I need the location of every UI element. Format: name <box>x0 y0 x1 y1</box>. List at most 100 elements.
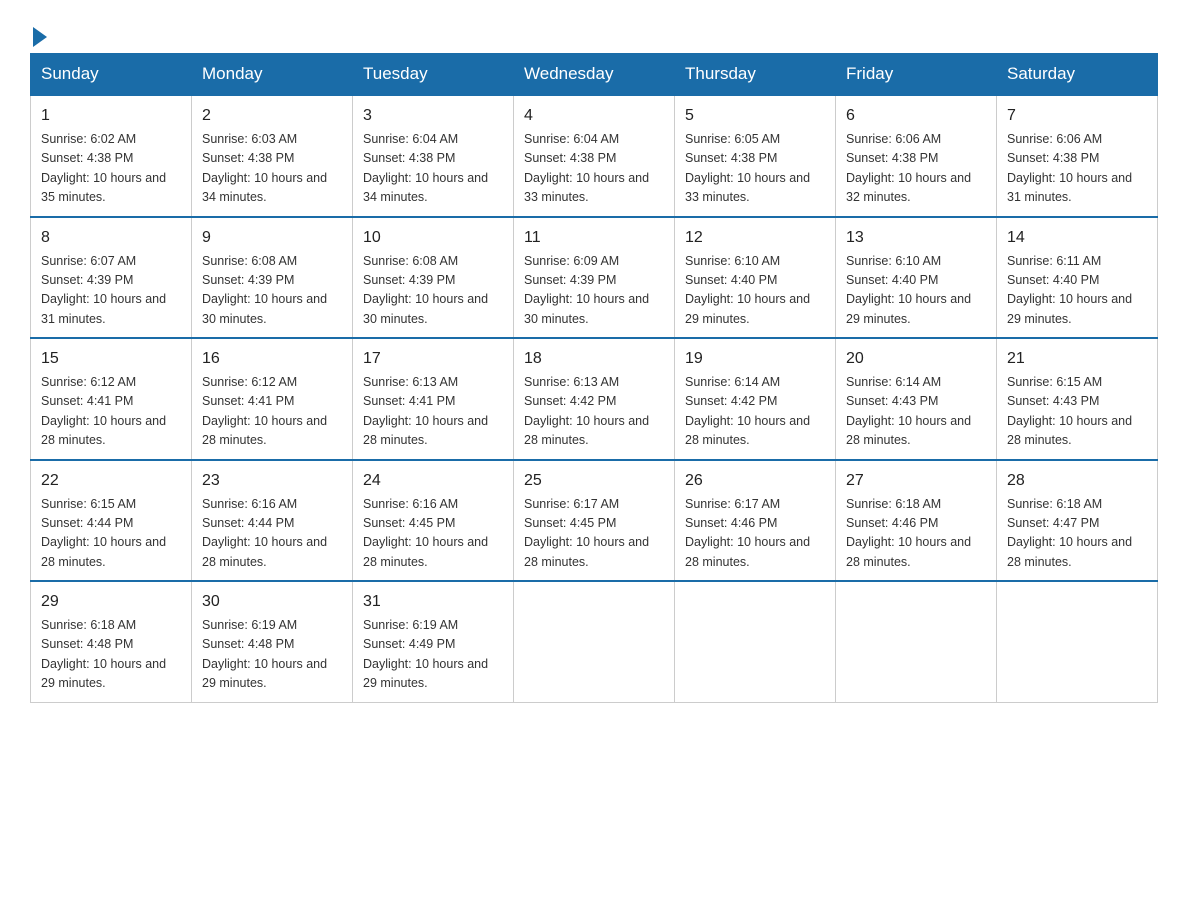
calendar-day-cell: 21Sunrise: 6:15 AMSunset: 4:43 PMDayligh… <box>997 338 1158 460</box>
calendar-day-cell: 6Sunrise: 6:06 AMSunset: 4:38 PMDaylight… <box>836 95 997 217</box>
day-number: 24 <box>363 469 503 493</box>
calendar-day-cell: 3Sunrise: 6:04 AMSunset: 4:38 PMDaylight… <box>353 95 514 217</box>
calendar-day-cell: 24Sunrise: 6:16 AMSunset: 4:45 PMDayligh… <box>353 460 514 582</box>
day-number: 12 <box>685 226 825 250</box>
day-number: 14 <box>1007 226 1147 250</box>
calendar-day-cell: 19Sunrise: 6:14 AMSunset: 4:42 PMDayligh… <box>675 338 836 460</box>
day-info: Sunrise: 6:14 AMSunset: 4:43 PMDaylight:… <box>846 373 986 451</box>
calendar-day-cell: 11Sunrise: 6:09 AMSunset: 4:39 PMDayligh… <box>514 217 675 339</box>
calendar-week-row: 1Sunrise: 6:02 AMSunset: 4:38 PMDaylight… <box>31 95 1158 217</box>
calendar-empty-cell <box>514 581 675 702</box>
day-info: Sunrise: 6:16 AMSunset: 4:44 PMDaylight:… <box>202 495 342 573</box>
header-sunday: Sunday <box>31 54 192 96</box>
calendar-day-cell: 8Sunrise: 6:07 AMSunset: 4:39 PMDaylight… <box>31 217 192 339</box>
calendar-day-cell: 22Sunrise: 6:15 AMSunset: 4:44 PMDayligh… <box>31 460 192 582</box>
day-info: Sunrise: 6:18 AMSunset: 4:46 PMDaylight:… <box>846 495 986 573</box>
day-number: 2 <box>202 104 342 128</box>
calendar-table: SundayMondayTuesdayWednesdayThursdayFrid… <box>30 53 1158 703</box>
day-number: 23 <box>202 469 342 493</box>
day-number: 19 <box>685 347 825 371</box>
day-info: Sunrise: 6:11 AMSunset: 4:40 PMDaylight:… <box>1007 252 1147 330</box>
calendar-day-cell: 16Sunrise: 6:12 AMSunset: 4:41 PMDayligh… <box>192 338 353 460</box>
calendar-day-cell: 4Sunrise: 6:04 AMSunset: 4:38 PMDaylight… <box>514 95 675 217</box>
day-number: 10 <box>363 226 503 250</box>
day-number: 6 <box>846 104 986 128</box>
day-info: Sunrise: 6:17 AMSunset: 4:45 PMDaylight:… <box>524 495 664 573</box>
calendar-header-row: SundayMondayTuesdayWednesdayThursdayFrid… <box>31 54 1158 96</box>
day-info: Sunrise: 6:18 AMSunset: 4:47 PMDaylight:… <box>1007 495 1147 573</box>
day-info: Sunrise: 6:15 AMSunset: 4:44 PMDaylight:… <box>41 495 181 573</box>
day-info: Sunrise: 6:12 AMSunset: 4:41 PMDaylight:… <box>41 373 181 451</box>
header-wednesday: Wednesday <box>514 54 675 96</box>
calendar-day-cell: 15Sunrise: 6:12 AMSunset: 4:41 PMDayligh… <box>31 338 192 460</box>
day-info: Sunrise: 6:19 AMSunset: 4:48 PMDaylight:… <box>202 616 342 694</box>
calendar-week-row: 29Sunrise: 6:18 AMSunset: 4:48 PMDayligh… <box>31 581 1158 702</box>
header-saturday: Saturday <box>997 54 1158 96</box>
calendar-day-cell: 1Sunrise: 6:02 AMSunset: 4:38 PMDaylight… <box>31 95 192 217</box>
header-monday: Monday <box>192 54 353 96</box>
calendar-day-cell: 26Sunrise: 6:17 AMSunset: 4:46 PMDayligh… <box>675 460 836 582</box>
calendar-empty-cell <box>675 581 836 702</box>
logo <box>30 20 47 43</box>
header-thursday: Thursday <box>675 54 836 96</box>
day-info: Sunrise: 6:17 AMSunset: 4:46 PMDaylight:… <box>685 495 825 573</box>
calendar-day-cell: 23Sunrise: 6:16 AMSunset: 4:44 PMDayligh… <box>192 460 353 582</box>
day-number: 4 <box>524 104 664 128</box>
page-header <box>30 20 1158 43</box>
day-info: Sunrise: 6:08 AMSunset: 4:39 PMDaylight:… <box>363 252 503 330</box>
day-info: Sunrise: 6:03 AMSunset: 4:38 PMDaylight:… <box>202 130 342 208</box>
day-info: Sunrise: 6:15 AMSunset: 4:43 PMDaylight:… <box>1007 373 1147 451</box>
day-number: 26 <box>685 469 825 493</box>
calendar-day-cell: 9Sunrise: 6:08 AMSunset: 4:39 PMDaylight… <box>192 217 353 339</box>
day-number: 18 <box>524 347 664 371</box>
day-info: Sunrise: 6:07 AMSunset: 4:39 PMDaylight:… <box>41 252 181 330</box>
day-number: 17 <box>363 347 503 371</box>
day-number: 7 <box>1007 104 1147 128</box>
day-number: 5 <box>685 104 825 128</box>
header-friday: Friday <box>836 54 997 96</box>
calendar-day-cell: 28Sunrise: 6:18 AMSunset: 4:47 PMDayligh… <box>997 460 1158 582</box>
day-number: 20 <box>846 347 986 371</box>
day-info: Sunrise: 6:02 AMSunset: 4:38 PMDaylight:… <box>41 130 181 208</box>
day-number: 15 <box>41 347 181 371</box>
day-number: 31 <box>363 590 503 614</box>
logo-arrow-icon <box>33 27 47 47</box>
day-info: Sunrise: 6:13 AMSunset: 4:41 PMDaylight:… <box>363 373 503 451</box>
calendar-week-row: 15Sunrise: 6:12 AMSunset: 4:41 PMDayligh… <box>31 338 1158 460</box>
day-info: Sunrise: 6:10 AMSunset: 4:40 PMDaylight:… <box>685 252 825 330</box>
day-info: Sunrise: 6:10 AMSunset: 4:40 PMDaylight:… <box>846 252 986 330</box>
calendar-day-cell: 31Sunrise: 6:19 AMSunset: 4:49 PMDayligh… <box>353 581 514 702</box>
day-number: 9 <box>202 226 342 250</box>
day-number: 3 <box>363 104 503 128</box>
day-info: Sunrise: 6:14 AMSunset: 4:42 PMDaylight:… <box>685 373 825 451</box>
calendar-day-cell: 25Sunrise: 6:17 AMSunset: 4:45 PMDayligh… <box>514 460 675 582</box>
day-info: Sunrise: 6:06 AMSunset: 4:38 PMDaylight:… <box>1007 130 1147 208</box>
day-info: Sunrise: 6:18 AMSunset: 4:48 PMDaylight:… <box>41 616 181 694</box>
day-number: 27 <box>846 469 986 493</box>
day-number: 30 <box>202 590 342 614</box>
day-number: 1 <box>41 104 181 128</box>
calendar-day-cell: 20Sunrise: 6:14 AMSunset: 4:43 PMDayligh… <box>836 338 997 460</box>
day-number: 28 <box>1007 469 1147 493</box>
calendar-week-row: 8Sunrise: 6:07 AMSunset: 4:39 PMDaylight… <box>31 217 1158 339</box>
calendar-week-row: 22Sunrise: 6:15 AMSunset: 4:44 PMDayligh… <box>31 460 1158 582</box>
calendar-empty-cell <box>997 581 1158 702</box>
calendar-day-cell: 12Sunrise: 6:10 AMSunset: 4:40 PMDayligh… <box>675 217 836 339</box>
day-number: 13 <box>846 226 986 250</box>
calendar-day-cell: 2Sunrise: 6:03 AMSunset: 4:38 PMDaylight… <box>192 95 353 217</box>
calendar-day-cell: 29Sunrise: 6:18 AMSunset: 4:48 PMDayligh… <box>31 581 192 702</box>
header-tuesday: Tuesday <box>353 54 514 96</box>
calendar-day-cell: 17Sunrise: 6:13 AMSunset: 4:41 PMDayligh… <box>353 338 514 460</box>
day-number: 8 <box>41 226 181 250</box>
calendar-day-cell: 7Sunrise: 6:06 AMSunset: 4:38 PMDaylight… <box>997 95 1158 217</box>
day-info: Sunrise: 6:08 AMSunset: 4:39 PMDaylight:… <box>202 252 342 330</box>
day-info: Sunrise: 6:04 AMSunset: 4:38 PMDaylight:… <box>363 130 503 208</box>
calendar-day-cell: 30Sunrise: 6:19 AMSunset: 4:48 PMDayligh… <box>192 581 353 702</box>
calendar-day-cell: 13Sunrise: 6:10 AMSunset: 4:40 PMDayligh… <box>836 217 997 339</box>
day-info: Sunrise: 6:09 AMSunset: 4:39 PMDaylight:… <box>524 252 664 330</box>
day-info: Sunrise: 6:16 AMSunset: 4:45 PMDaylight:… <box>363 495 503 573</box>
calendar-empty-cell <box>836 581 997 702</box>
day-number: 29 <box>41 590 181 614</box>
day-info: Sunrise: 6:06 AMSunset: 4:38 PMDaylight:… <box>846 130 986 208</box>
calendar-day-cell: 10Sunrise: 6:08 AMSunset: 4:39 PMDayligh… <box>353 217 514 339</box>
